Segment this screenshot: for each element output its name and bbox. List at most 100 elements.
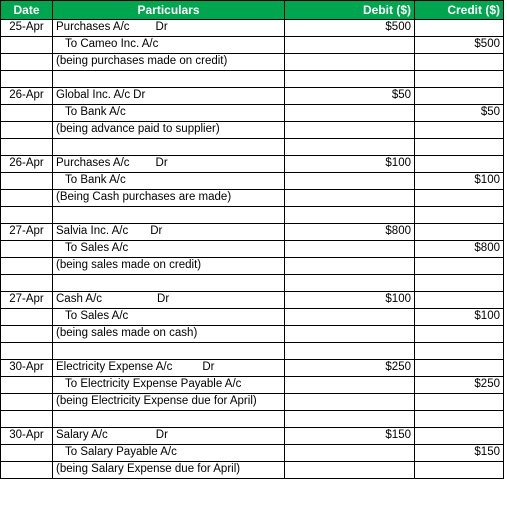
cell-particulars-debit: Cash A/c Dr xyxy=(52,291,285,309)
cell-credit-amount xyxy=(414,53,504,71)
cell-date xyxy=(0,325,53,343)
cell-particulars xyxy=(52,342,285,360)
cell-credit-amount xyxy=(414,325,504,343)
spacer-row xyxy=(0,274,504,292)
cell-debit-amount xyxy=(284,121,415,139)
cell-date xyxy=(0,121,53,139)
table-row: (being Salary Expense due for April) xyxy=(0,461,504,479)
cell-debit-amount xyxy=(284,342,415,360)
cell-debit-amount xyxy=(284,206,415,224)
cell-particulars-debit: Purchases A/c Dr xyxy=(52,19,285,37)
cell-particulars-debit: Global Inc. A/c Dr xyxy=(52,87,285,105)
cell-narration: (Being Cash purchases are made) xyxy=(52,189,285,207)
cell-particulars-credit: To Salary Payable A/c xyxy=(52,444,285,462)
cell-narration: (being sales made on credit) xyxy=(52,257,285,275)
cell-debit-amount xyxy=(284,104,415,122)
cell-particulars-debit: Salvia Inc. A/c Dr xyxy=(52,223,285,241)
table-row: To Bank A/c $50 xyxy=(0,104,504,122)
cell-particulars xyxy=(52,206,285,224)
cell-particulars-credit: To Sales A/c xyxy=(52,240,285,258)
table-row: 26-Apr Purchases A/c Dr $100 xyxy=(0,155,504,173)
cell-debit-amount xyxy=(284,138,415,156)
cell-debit-amount: $500 xyxy=(284,19,415,37)
cell-particulars-debit: Electricity Expense A/c Dr xyxy=(52,359,285,377)
cell-particulars-debit: Purchases A/c Dr xyxy=(52,155,285,173)
cell-particulars-credit: To Cameo Inc. A/c xyxy=(52,36,285,54)
dr-marker: Dr xyxy=(155,429,168,442)
table-row: 30-Apr Salary A/c Dr $150 xyxy=(0,427,504,445)
cell-debit-amount xyxy=(284,461,415,479)
cell-credit-amount xyxy=(414,223,504,241)
cell-particulars-debit: Salary A/c Dr xyxy=(52,427,285,445)
cell-credit-amount: $50 xyxy=(414,104,504,122)
table-row: (being advance paid to supplier) xyxy=(0,121,504,139)
cell-date xyxy=(0,376,53,394)
cell-date xyxy=(0,274,53,292)
table-row: To Bank A/c $100 xyxy=(0,172,504,190)
cell-debit-amount: $150 xyxy=(284,427,415,445)
cell-date: 27-Apr xyxy=(0,291,53,309)
cell-credit-amount xyxy=(414,257,504,275)
cell-credit-amount xyxy=(414,206,504,224)
table-row: To Sales A/c $800 xyxy=(0,240,504,258)
table-header: Date Particulars Debit ($) Credit ($) xyxy=(0,0,504,20)
cell-debit-amount: $100 xyxy=(284,291,415,309)
cell-date xyxy=(0,104,53,122)
cell-debit-amount xyxy=(284,53,415,71)
cell-date xyxy=(0,138,53,156)
table-row: To Salary Payable A/c $150 xyxy=(0,444,504,462)
cell-date xyxy=(0,342,53,360)
cell-debit-amount: $250 xyxy=(284,359,415,377)
cell-debit-amount xyxy=(284,376,415,394)
cell-credit-amount xyxy=(414,19,504,37)
cell-debit-amount xyxy=(284,240,415,258)
cell-debit-amount: $100 xyxy=(284,155,415,173)
cell-debit-amount: $50 xyxy=(284,87,415,105)
cell-credit-amount xyxy=(414,291,504,309)
table-body: 25-Apr Purchases A/c Dr $500 To Cameo Inc. A… xyxy=(0,19,504,479)
cell-debit-amount xyxy=(284,444,415,462)
cell-credit-amount: $800 xyxy=(414,240,504,258)
table-row: 25-Apr Purchases A/c Dr $500 xyxy=(0,19,504,37)
cell-particulars xyxy=(52,274,285,292)
cell-debit-amount xyxy=(284,257,415,275)
debit-account-name: Salary A/c xyxy=(56,429,108,442)
spacer-row xyxy=(0,206,504,224)
cell-date xyxy=(0,189,53,207)
spacer-row xyxy=(0,70,504,88)
cell-credit-amount xyxy=(414,461,504,479)
journal-entries-table: Date Particulars Debit ($) Credit ($) 25… xyxy=(0,0,504,479)
column-header-credit: Credit ($) xyxy=(414,0,504,20)
dr-marker: Dr xyxy=(202,361,215,374)
table-row: (being sales made on credit) xyxy=(0,257,504,275)
debit-account-name: Salvia Inc. A/c xyxy=(56,225,129,238)
debit-account-name: Purchases A/c xyxy=(56,157,130,170)
cell-credit-amount xyxy=(414,155,504,173)
cell-date: 27-Apr xyxy=(0,223,53,241)
table-row: 26-Apr Global Inc. A/c Dr $50 xyxy=(0,87,504,105)
cell-debit-amount xyxy=(284,172,415,190)
cell-narration: (being Salary Expense due for April) xyxy=(52,461,285,479)
cell-date: 30-Apr xyxy=(0,359,53,377)
spacer-row xyxy=(0,342,504,360)
header-row: Date Particulars Debit ($) Credit ($) xyxy=(0,0,504,20)
cell-particulars-credit: To Bank A/c xyxy=(52,172,285,190)
table-row: (being purchases made on credit) xyxy=(0,53,504,71)
dr-marker: Dr xyxy=(155,21,168,34)
column-header-debit: Debit ($) xyxy=(284,0,415,20)
cell-debit-amount xyxy=(284,308,415,326)
cell-date xyxy=(0,206,53,224)
debit-account-name: Global Inc. A/c xyxy=(56,89,131,102)
cell-credit-amount xyxy=(414,138,504,156)
cell-particulars-credit: To Bank A/c xyxy=(52,104,285,122)
cell-credit-amount xyxy=(414,189,504,207)
cell-particulars xyxy=(52,138,285,156)
cell-date xyxy=(0,308,53,326)
dr-marker: Dr xyxy=(133,89,146,102)
table-row: To Cameo Inc. A/c $500 xyxy=(0,36,504,54)
dr-marker: Dr xyxy=(157,293,170,306)
cell-credit-amount xyxy=(414,359,504,377)
cell-narration: (being purchases made on credit) xyxy=(52,53,285,71)
cell-date xyxy=(0,257,53,275)
journal-table-container: Date Particulars Debit ($) Credit ($) 25… xyxy=(0,0,507,479)
